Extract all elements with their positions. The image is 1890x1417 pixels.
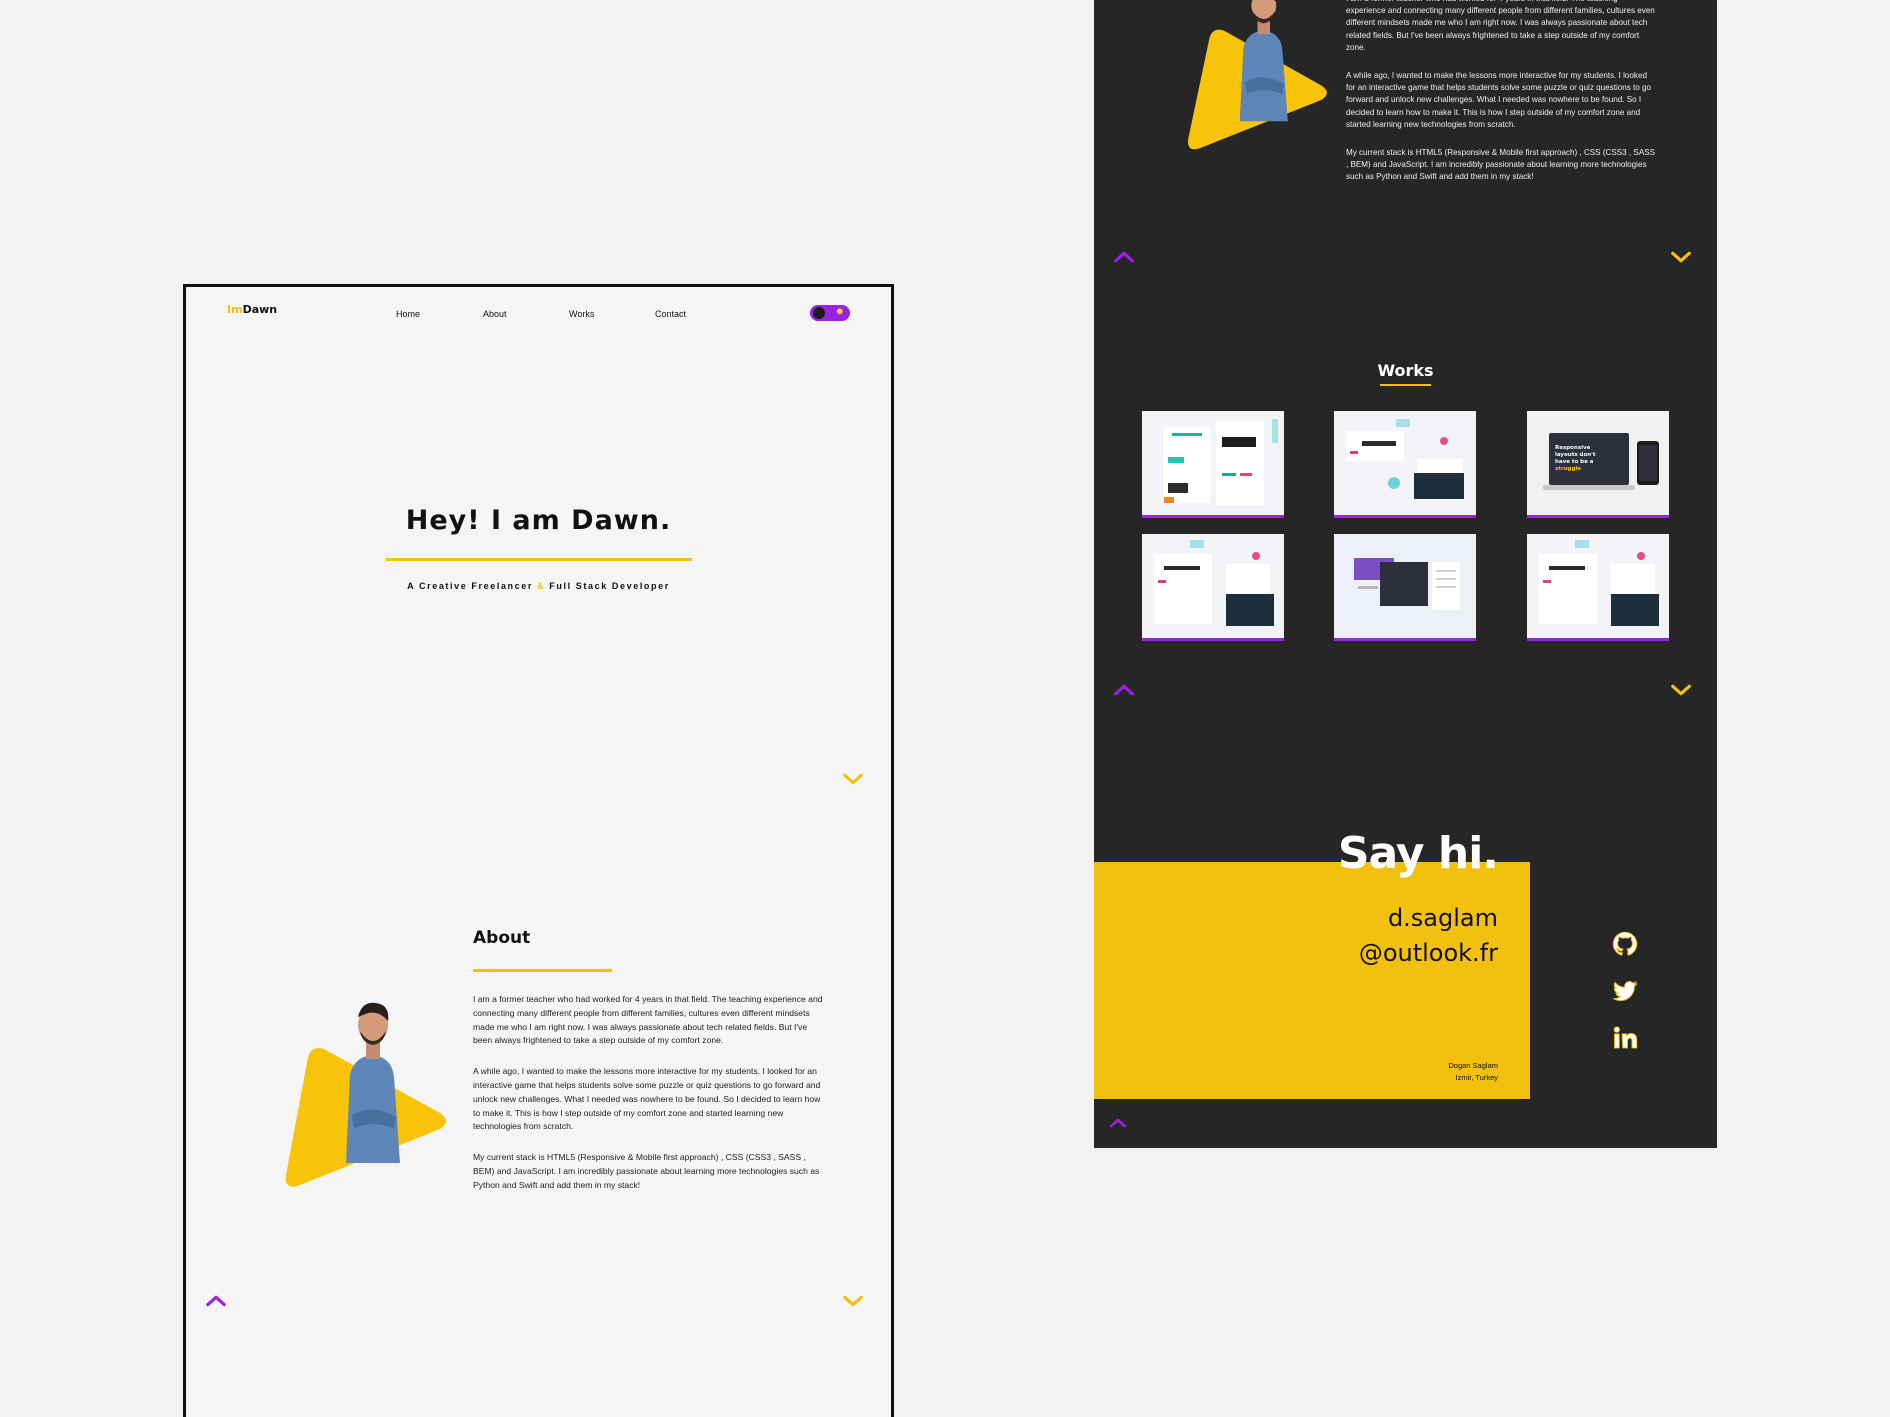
project-thumbnail — [1334, 534, 1476, 638]
contact-title: Say hi. — [1337, 828, 1499, 879]
project-thumbnail: Responsive layouts don't have to be a st… — [1527, 411, 1669, 515]
toggle-knob — [813, 307, 825, 319]
about-paragraph-1: I am a former teacher who had worked for… — [1346, 0, 1655, 52]
about-paragraph-3: My current stack is HTML5 (Responsive & … — [473, 1152, 820, 1190]
work-card-5[interactable] — [1334, 534, 1476, 641]
thumbnail-text-3: have to be a — [1555, 459, 1594, 465]
sun-icon: ✹ — [835, 307, 844, 318]
work-card-1[interactable] — [1142, 411, 1284, 518]
about-paragraph-2: A while ago, I wanted to make the lesson… — [1346, 71, 1652, 129]
nav-contact[interactable]: Contact — [655, 309, 686, 319]
about-text: I am a former teacher who had worked for… — [1346, 0, 1656, 200]
thumbnail-text-4: struggle — [1555, 466, 1581, 472]
light-theme-mockup: ImDawn Home About Works Contact ✹ Hey! I… — [183, 284, 894, 1417]
email-line-1[interactable]: d.saglam — [1094, 904, 1498, 932]
github-icon[interactable] — [1611, 930, 1639, 958]
about-paragraph-1: I am a former teacher who had worked for… — [473, 994, 823, 1046]
portrait-photo — [280, 995, 460, 1195]
about-text: I am a former teacher who had worked for… — [473, 993, 825, 1210]
work-card-6[interactable] — [1527, 534, 1669, 641]
scroll-up-chevron-icon[interactable] — [1109, 1114, 1127, 1132]
scroll-up-chevron-icon[interactable] — [1113, 679, 1135, 701]
logo[interactable]: ImDawn — [227, 303, 277, 316]
about-paragraph-2: A while ago, I wanted to make the lesson… — [473, 1066, 821, 1132]
works-title: Works — [1377, 361, 1434, 380]
project-thumbnail — [1527, 534, 1669, 638]
linkedin-icon[interactable] — [1611, 1024, 1639, 1052]
twitter-icon[interactable] — [1611, 977, 1639, 1005]
project-thumbnail — [1142, 534, 1284, 638]
scroll-down-chevron-icon[interactable] — [1670, 246, 1692, 268]
hero-underline — [386, 558, 692, 561]
nav-home[interactable]: Home — [396, 309, 420, 319]
work-card-4[interactable] — [1142, 534, 1284, 641]
dark-theme-mockup: I am a former teacher who had worked for… — [1094, 0, 1717, 1148]
about-title: About — [473, 928, 531, 948]
work-card-3[interactable]: Responsive layouts don't have to be a st… — [1527, 411, 1669, 518]
subtitle-part1: A Creative Freelancer — [407, 581, 533, 591]
thumbnail-text-1: Responsive — [1555, 445, 1591, 451]
logo-name: Dawn — [242, 303, 278, 316]
hero-subtitle: A Creative Freelancer & Full Stack Devel… — [186, 581, 891, 591]
hero-title: Hey! I am Dawn. — [405, 505, 672, 536]
footer-location: Izmir, Turkey — [1455, 1073, 1498, 1082]
footer-name: Dogan Saglam — [1448, 1061, 1498, 1070]
footer-signature: Dogan Saglam Izmir, Turkey — [1094, 1060, 1498, 1084]
works-underline — [1380, 384, 1431, 386]
about-underline — [473, 969, 612, 972]
project-thumbnail — [1142, 411, 1284, 515]
subtitle-ampersand: & — [537, 581, 546, 591]
nav-about[interactable]: About — [483, 309, 507, 319]
about-paragraph-3: My current stack is HTML5 (Responsive & … — [1346, 148, 1656, 182]
subtitle-part2: Full Stack Developer — [549, 581, 670, 591]
nav-works[interactable]: Works — [569, 309, 594, 319]
email-line-2[interactable]: @outlook.fr — [1094, 939, 1498, 967]
theme-toggle[interactable]: ✹ — [810, 305, 850, 321]
scroll-down-chevron-icon[interactable] — [842, 768, 864, 790]
scroll-down-chevron-icon[interactable] — [842, 1290, 864, 1312]
thumbnail-text-2: layouts don't — [1555, 452, 1596, 458]
scroll-up-chevron-icon[interactable] — [1113, 246, 1135, 268]
work-card-2[interactable] — [1334, 411, 1476, 518]
logo-prefix: Im — [227, 303, 243, 316]
scroll-down-chevron-icon[interactable] — [1670, 679, 1692, 701]
project-thumbnail — [1334, 411, 1476, 515]
portrait-photo — [1174, 0, 1334, 170]
scroll-up-chevron-icon[interactable] — [205, 1290, 227, 1312]
